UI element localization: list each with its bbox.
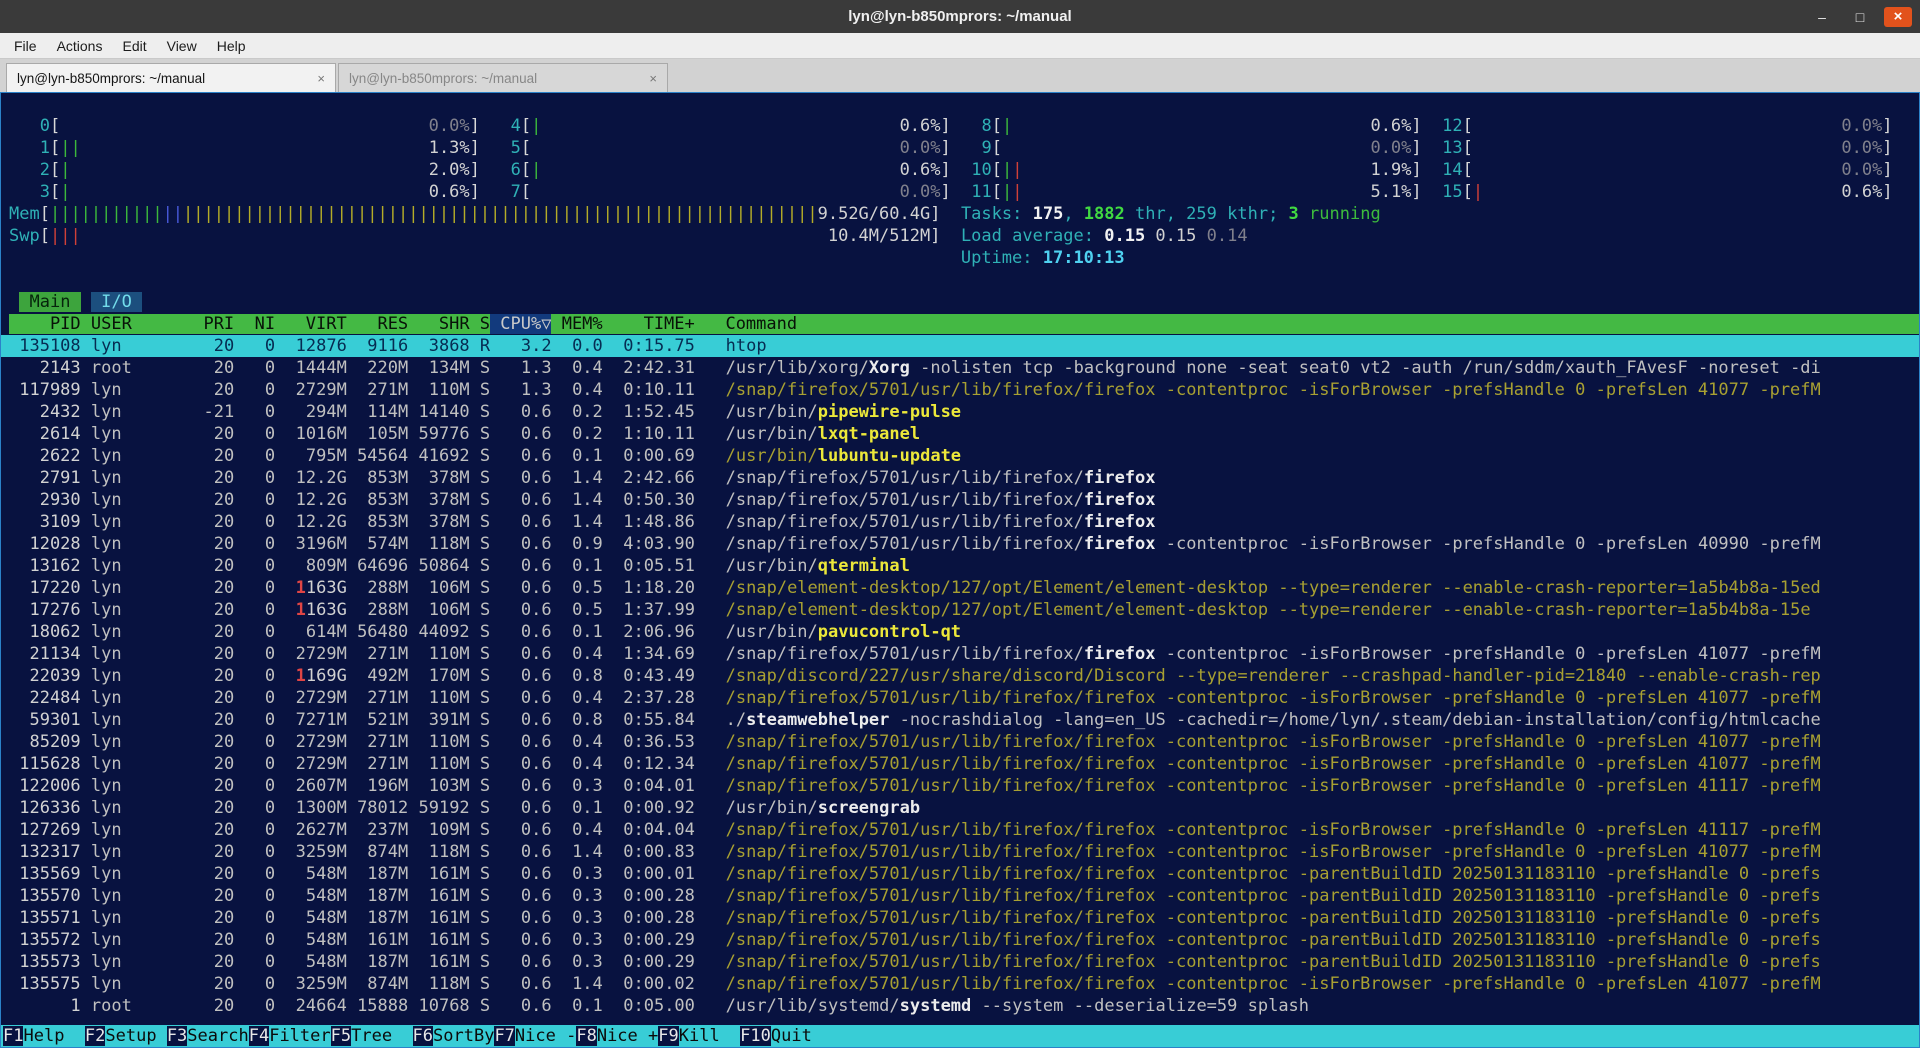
- process-row-127269[interactable]: 127269 lyn 20 0 2627M 237M 109M S 0.6 0.…: [1, 819, 1919, 841]
- process-row-135569[interactable]: 135569 lyn 20 0 548M 187M 161M S 0.6 0.3…: [1, 863, 1919, 885]
- htop-function-bar: F1Help F2Setup F3SearchF4FilterF5Tree F6…: [1, 1025, 1919, 1047]
- window-title: lyn@lyn-b850mprors: ~/manual: [848, 8, 1071, 25]
- blank-line: [1, 269, 1919, 291]
- htop-screen: 0[ 0.0%] 4[| 0.6%] 8[| 0.6%] 12[ 0.0%] 1…: [1, 115, 1919, 1017]
- process-row-21134[interactable]: 21134 lyn 20 0 2729M 271M 110M S 0.6 0.4…: [1, 643, 1919, 665]
- process-row-135571[interactable]: 135571 lyn 20 0 548M 187M 161M S 0.6 0.3…: [1, 907, 1919, 929]
- process-row-17276[interactable]: 17276 lyn 20 0 1163G 288M 106M S 0.6 0.5…: [1, 599, 1919, 621]
- menu-edit[interactable]: Edit: [112, 35, 156, 57]
- process-row-2432[interactable]: 2432 lyn -21 0 294M 114M 14140 S 0.6 0.2…: [1, 401, 1919, 423]
- process-row-2143[interactable]: 2143 root 20 0 1444M 220M 134M S 1.3 0.4…: [1, 357, 1919, 379]
- window-titlebar[interactable]: lyn@lyn-b850mprors: ~/manual – □ ×: [0, 0, 1920, 33]
- tab-close-icon[interactable]: ×: [317, 71, 325, 86]
- menu-file[interactable]: File: [4, 35, 47, 57]
- htop-tab-main[interactable]: Main: [19, 292, 80, 312]
- process-row-135572[interactable]: 135572 lyn 20 0 548M 161M 161M S 0.6 0.3…: [1, 929, 1919, 951]
- fkey-f2-setup[interactable]: F2Setup: [85, 1026, 167, 1046]
- process-row-115628[interactable]: 115628 lyn 20 0 2729M 271M 110M S 0.6 0.…: [1, 753, 1919, 775]
- maximize-button[interactable]: □: [1846, 7, 1874, 27]
- fkey-f5-tree[interactable]: F5Tree: [331, 1026, 413, 1046]
- terminal-tab-bar: lyn@lyn-b850mprors: ~/manual×lyn@lyn-b85…: [0, 59, 1920, 92]
- process-row-18062[interactable]: 18062 lyn 20 0 614M 56480 44092 S 0.6 0.…: [1, 621, 1919, 643]
- menu-view[interactable]: View: [157, 35, 207, 57]
- process-row-126336[interactable]: 126336 lyn 20 0 1300M 78012 59192 S 0.6 …: [1, 797, 1919, 819]
- cpu-meters-row-0: 0[ 0.0%] 4[| 0.6%] 8[| 0.6%] 12[ 0.0%]: [1, 115, 1919, 137]
- process-row-1[interactable]: 1 root 20 0 24664 15888 10768 S 0.6 0.1 …: [1, 995, 1919, 1017]
- fkey-f3-search[interactable]: F3Search: [167, 1026, 249, 1046]
- htop-tab-i-o[interactable]: I/O: [91, 292, 142, 312]
- process-row-3109[interactable]: 3109 lyn 20 0 12.2G 853M 378M S 0.6 1.4 …: [1, 511, 1919, 533]
- tab-label: lyn@lyn-b850mprors: ~/manual: [349, 71, 537, 86]
- cpu-meters-row-2: 2[| 2.0%] 6[| 0.6%] 10[|| 1.9%] 14[ 0.0%…: [1, 159, 1919, 181]
- fkey-f9-kill[interactable]: F9Kill: [658, 1026, 740, 1046]
- terminal-tab-1[interactable]: lyn@lyn-b850mprors: ~/manual ×: [6, 63, 336, 92]
- htop-screen-tabs: Main I/O: [1, 291, 1919, 313]
- fkey-f6-sortby[interactable]: F6SortBy: [413, 1026, 495, 1046]
- process-row-13162[interactable]: 13162 lyn 20 0 809M 64696 50864 S 0.6 0.…: [1, 555, 1919, 577]
- process-row-2614[interactable]: 2614 lyn 20 0 1016M 105M 59776 S 0.6 0.2…: [1, 423, 1919, 445]
- minimize-button[interactable]: –: [1808, 7, 1836, 27]
- process-row-117989[interactable]: 117989 lyn 20 0 2729M 271M 110M S 1.3 0.…: [1, 379, 1919, 401]
- process-row-135573[interactable]: 135573 lyn 20 0 548M 187M 161M S 0.6 0.3…: [1, 951, 1919, 973]
- fkey-f4-filter[interactable]: F4Filter: [249, 1026, 331, 1046]
- process-row-2622[interactable]: 2622 lyn 20 0 795M 54564 41692 S 0.6 0.1…: [1, 445, 1919, 467]
- menu-bar: FileActionsEditViewHelp: [0, 33, 1920, 59]
- swap-meter-load-line: Swp[||| 10.4M/512M] Load average: 0.15 0…: [1, 225, 1919, 247]
- qterminal-window: lyn@lyn-b850mprors: ~/manual – □ × FileA…: [0, 0, 1920, 1048]
- process-row-17220[interactable]: 17220 lyn 20 0 1163G 288M 106M S 0.6 0.5…: [1, 577, 1919, 599]
- menu-help[interactable]: Help: [207, 35, 256, 57]
- close-button[interactable]: ×: [1884, 7, 1912, 27]
- process-row-85209[interactable]: 85209 lyn 20 0 2729M 271M 110M S 0.6 0.4…: [1, 731, 1919, 753]
- tab-label: lyn@lyn-b850mprors: ~/manual: [17, 71, 205, 86]
- process-row-12028[interactable]: 12028 lyn 20 0 3196M 574M 118M S 0.6 0.9…: [1, 533, 1919, 555]
- fkey-f10-quit[interactable]: F10Quit: [740, 1026, 832, 1046]
- window-controls: – □ ×: [1808, 0, 1912, 33]
- process-row-22039[interactable]: 22039 lyn 20 0 1169G 492M 170M S 0.6 0.8…: [1, 665, 1919, 687]
- process-row-2930[interactable]: 2930 lyn 20 0 12.2G 853M 378M S 0.6 1.4 …: [1, 489, 1919, 511]
- process-row-135108[interactable]: 135108 lyn 20 0 12876 9116 3868 R 3.2 0.…: [1, 335, 1919, 357]
- fkey-f7-nice-[interactable]: F7Nice -: [494, 1026, 576, 1046]
- process-row-2791[interactable]: 2791 lyn 20 0 12.2G 853M 378M S 0.6 1.4 …: [1, 467, 1919, 489]
- fkey-f1-help[interactable]: F1Help: [3, 1026, 85, 1046]
- terminal-viewport[interactable]: 0[ 0.0%] 4[| 0.6%] 8[| 0.6%] 12[ 0.0%] 1…: [0, 92, 1920, 1048]
- process-row-135575[interactable]: 135575 lyn 20 0 3259M 874M 118M S 0.6 1.…: [1, 973, 1919, 995]
- process-row-132317[interactable]: 132317 lyn 20 0 3259M 874M 118M S 0.6 1.…: [1, 841, 1919, 863]
- memory-meter-tasks-line: Mem[||||||||||||||||||||||||||||||||||||…: [1, 203, 1919, 225]
- fkey-f8-nice-[interactable]: F8Nice +: [576, 1026, 658, 1046]
- cpu-meters-row-3: 3[| 0.6%] 7[ 0.0%] 11[|| 5.1%] 15[| 0.6%…: [1, 181, 1919, 203]
- process-row-59301[interactable]: 59301 lyn 20 0 7271M 521M 391M S 0.6 0.8…: [1, 709, 1919, 731]
- tab-close-icon[interactable]: ×: [649, 71, 657, 86]
- cpu-meters-row-1: 1[|| 1.3%] 5[ 0.0%] 9[ 0.0%] 13[ 0.0%]: [1, 137, 1919, 159]
- menu-actions[interactable]: Actions: [47, 35, 113, 57]
- terminal-tab-2[interactable]: lyn@lyn-b850mprors: ~/manual ×: [338, 63, 668, 92]
- process-row-22484[interactable]: 22484 lyn 20 0 2729M 271M 110M S 0.6 0.4…: [1, 687, 1919, 709]
- uptime-line: Uptime: 17:10:13: [1, 247, 1919, 269]
- process-table-header[interactable]: PID USER PRI NI VIRT RES SHR S CPU%▽ MEM…: [1, 313, 1919, 335]
- process-row-122006[interactable]: 122006 lyn 20 0 2607M 196M 103M S 0.6 0.…: [1, 775, 1919, 797]
- process-row-135570[interactable]: 135570 lyn 20 0 548M 187M 161M S 0.6 0.3…: [1, 885, 1919, 907]
